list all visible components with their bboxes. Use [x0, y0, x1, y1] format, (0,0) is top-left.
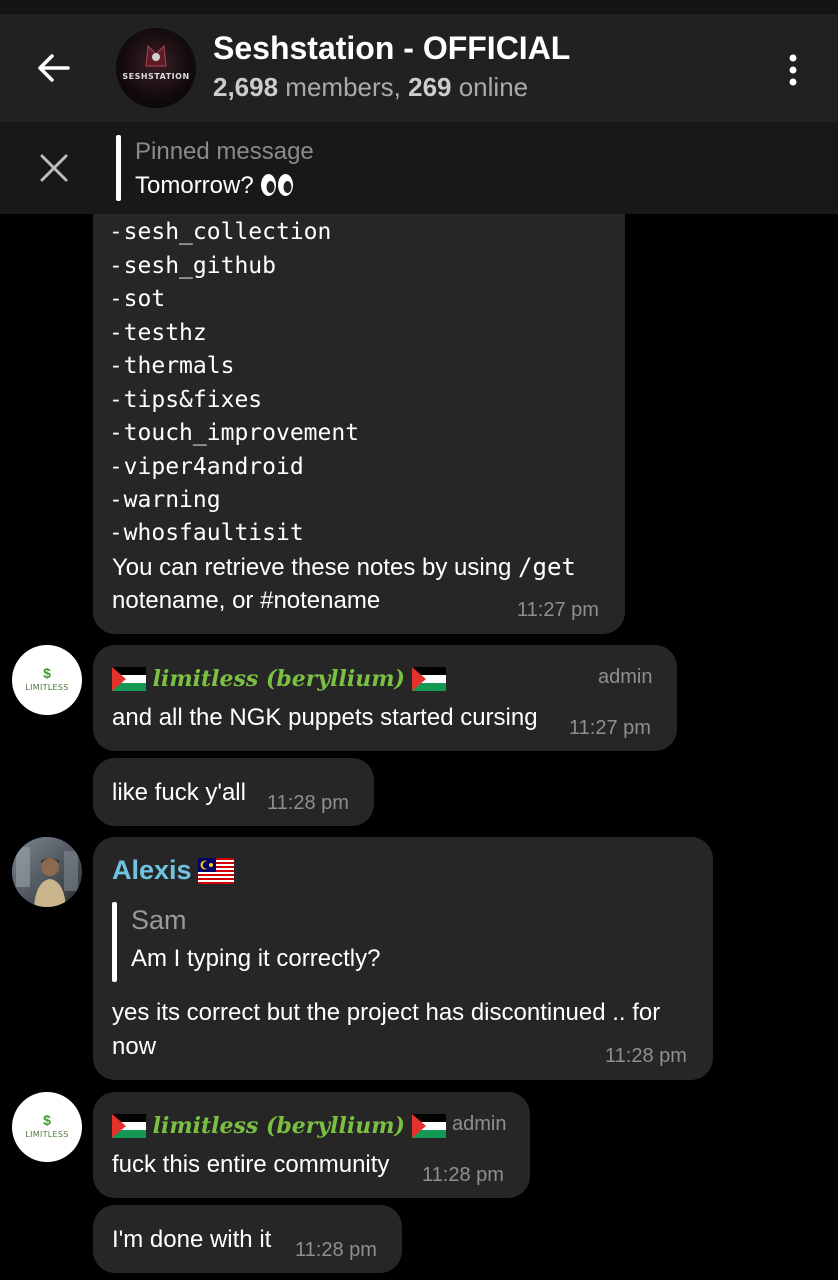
- sender-name[interactable]: Alexis: [112, 855, 235, 886]
- message-text: I'm done with it: [112, 1226, 272, 1253]
- message-bubble[interactable]: I'm done with it 11:28 pm: [93, 1205, 402, 1273]
- limitless-logo-icon: $: [43, 665, 51, 681]
- avatar-limitless[interactable]: $ LIMITLESS: [12, 645, 82, 715]
- reply-sender[interactable]: Sam: [131, 905, 187, 936]
- more-options-button[interactable]: [776, 50, 810, 90]
- reply-quote-bar: [112, 902, 117, 982]
- message-time: 11:27 pm: [569, 717, 651, 739]
- palestine-flag-icon: [112, 667, 146, 691]
- note-item: - sot: [112, 285, 166, 312]
- chat-member-count: 2,698 members, 269 online: [213, 72, 528, 103]
- avatar-logo-text: SESHSTATION: [122, 72, 190, 81]
- close-icon: [40, 154, 68, 182]
- message-time: 11:27 pm: [517, 599, 599, 621]
- message-time: 11:28 pm: [267, 792, 349, 814]
- seshstation-logo-icon: [145, 44, 167, 67]
- pinned-accent-bar: [116, 135, 121, 201]
- pinned-text: Tomorrow?: [135, 172, 294, 200]
- limitless-logo-icon: $: [43, 1112, 51, 1128]
- avatar-alexis[interactable]: [12, 837, 82, 907]
- message-time: 11:28 pm: [422, 1164, 504, 1186]
- note-item: - viper4android: [112, 453, 304, 480]
- sender-name-text: Alexis: [112, 855, 192, 885]
- more-vertical-icon: [789, 54, 797, 86]
- members-count: 2,698: [213, 72, 279, 102]
- status-bar: [0, 0, 838, 14]
- message-text: like fuck y'all: [112, 779, 246, 806]
- message-bubble[interactable]: limitless (beryllium) admin fuck this en…: [93, 1092, 530, 1198]
- notes-footer-line-2: notename, or #notename: [112, 587, 381, 614]
- chat-header: SESHSTATION Seshstation - OFFICIAL 2,698…: [0, 14, 838, 122]
- eyes-emoji-icon: [260, 174, 293, 196]
- back-button[interactable]: [30, 50, 78, 86]
- note-item: - warning: [112, 486, 221, 513]
- notes-footer-line-1: You can retrieve these notes by using /g…: [112, 553, 576, 581]
- note-item: - thermals: [112, 352, 235, 379]
- note-item: - testhz: [112, 319, 207, 346]
- pinned-message-bar[interactable]: Pinned message Tomorrow?: [0, 122, 838, 214]
- online-word: online: [451, 72, 529, 102]
- message-text-line-1: yes its correct but the project has disc…: [112, 999, 661, 1026]
- palestine-flag-icon: [411, 1114, 446, 1138]
- message-text-line-2: now: [112, 1033, 157, 1060]
- message-bubble[interactable]: limitless (beryllium) admin and all the …: [93, 645, 677, 751]
- note-item: - sesh_collection: [112, 218, 332, 245]
- message-time: 11:28 pm: [295, 1239, 377, 1261]
- pinned-label: Pinned message: [135, 138, 314, 165]
- note-item: - touch_improvement: [112, 419, 360, 446]
- admin-badge: admin: [598, 666, 653, 688]
- malaysia-flag-icon: [198, 858, 235, 884]
- note-item: - sesh_github: [112, 252, 276, 279]
- palestine-flag-icon: [112, 1114, 146, 1138]
- note-item: - tips&fixes: [112, 386, 263, 413]
- message-bubble-notes[interactable]: - sesh_collection - sesh_github - sot - test…: [93, 214, 625, 634]
- message-text: and all the NGK puppets started cursing: [112, 704, 538, 731]
- person-photo-icon: [12, 837, 82, 907]
- close-pinned-button[interactable]: [36, 150, 72, 186]
- sender-name-text: limitless (beryllium): [152, 1113, 405, 1139]
- avatar-limitless[interactable]: $ LIMITLESS: [12, 1092, 82, 1162]
- sender-name[interactable]: limitless (beryllium): [112, 1112, 446, 1140]
- reply-text[interactable]: Am I typing it correctly?: [131, 945, 380, 973]
- message-bubble[interactable]: like fuck y'all 11:28 pm: [93, 758, 374, 826]
- admin-badge: admin: [452, 1113, 507, 1135]
- back-arrow-icon: [38, 54, 70, 82]
- message-bubble-reply[interactable]: Alexis Sam Am I typing it correctly? yes…: [93, 837, 713, 1080]
- members-word: members,: [278, 72, 409, 102]
- sender-name-text: limitless (beryllium): [152, 666, 405, 692]
- limitless-logo-text: LIMITLESS: [25, 683, 69, 692]
- note-item: - whosfaultisit: [112, 519, 304, 546]
- chat-title[interactable]: Seshstation - OFFICIAL: [213, 30, 570, 67]
- palestine-flag-icon: [411, 667, 446, 691]
- online-count: 269: [408, 72, 452, 102]
- limitless-logo-text: LIMITLESS: [25, 1130, 69, 1139]
- sender-name[interactable]: limitless (beryllium): [112, 665, 446, 693]
- chat-avatar[interactable]: SESHSTATION: [116, 28, 196, 108]
- message-text: fuck this entire community: [112, 1151, 390, 1178]
- message-time: 11:28 pm: [605, 1045, 687, 1067]
- pinned-text-content: Tomorrow?: [135, 172, 254, 199]
